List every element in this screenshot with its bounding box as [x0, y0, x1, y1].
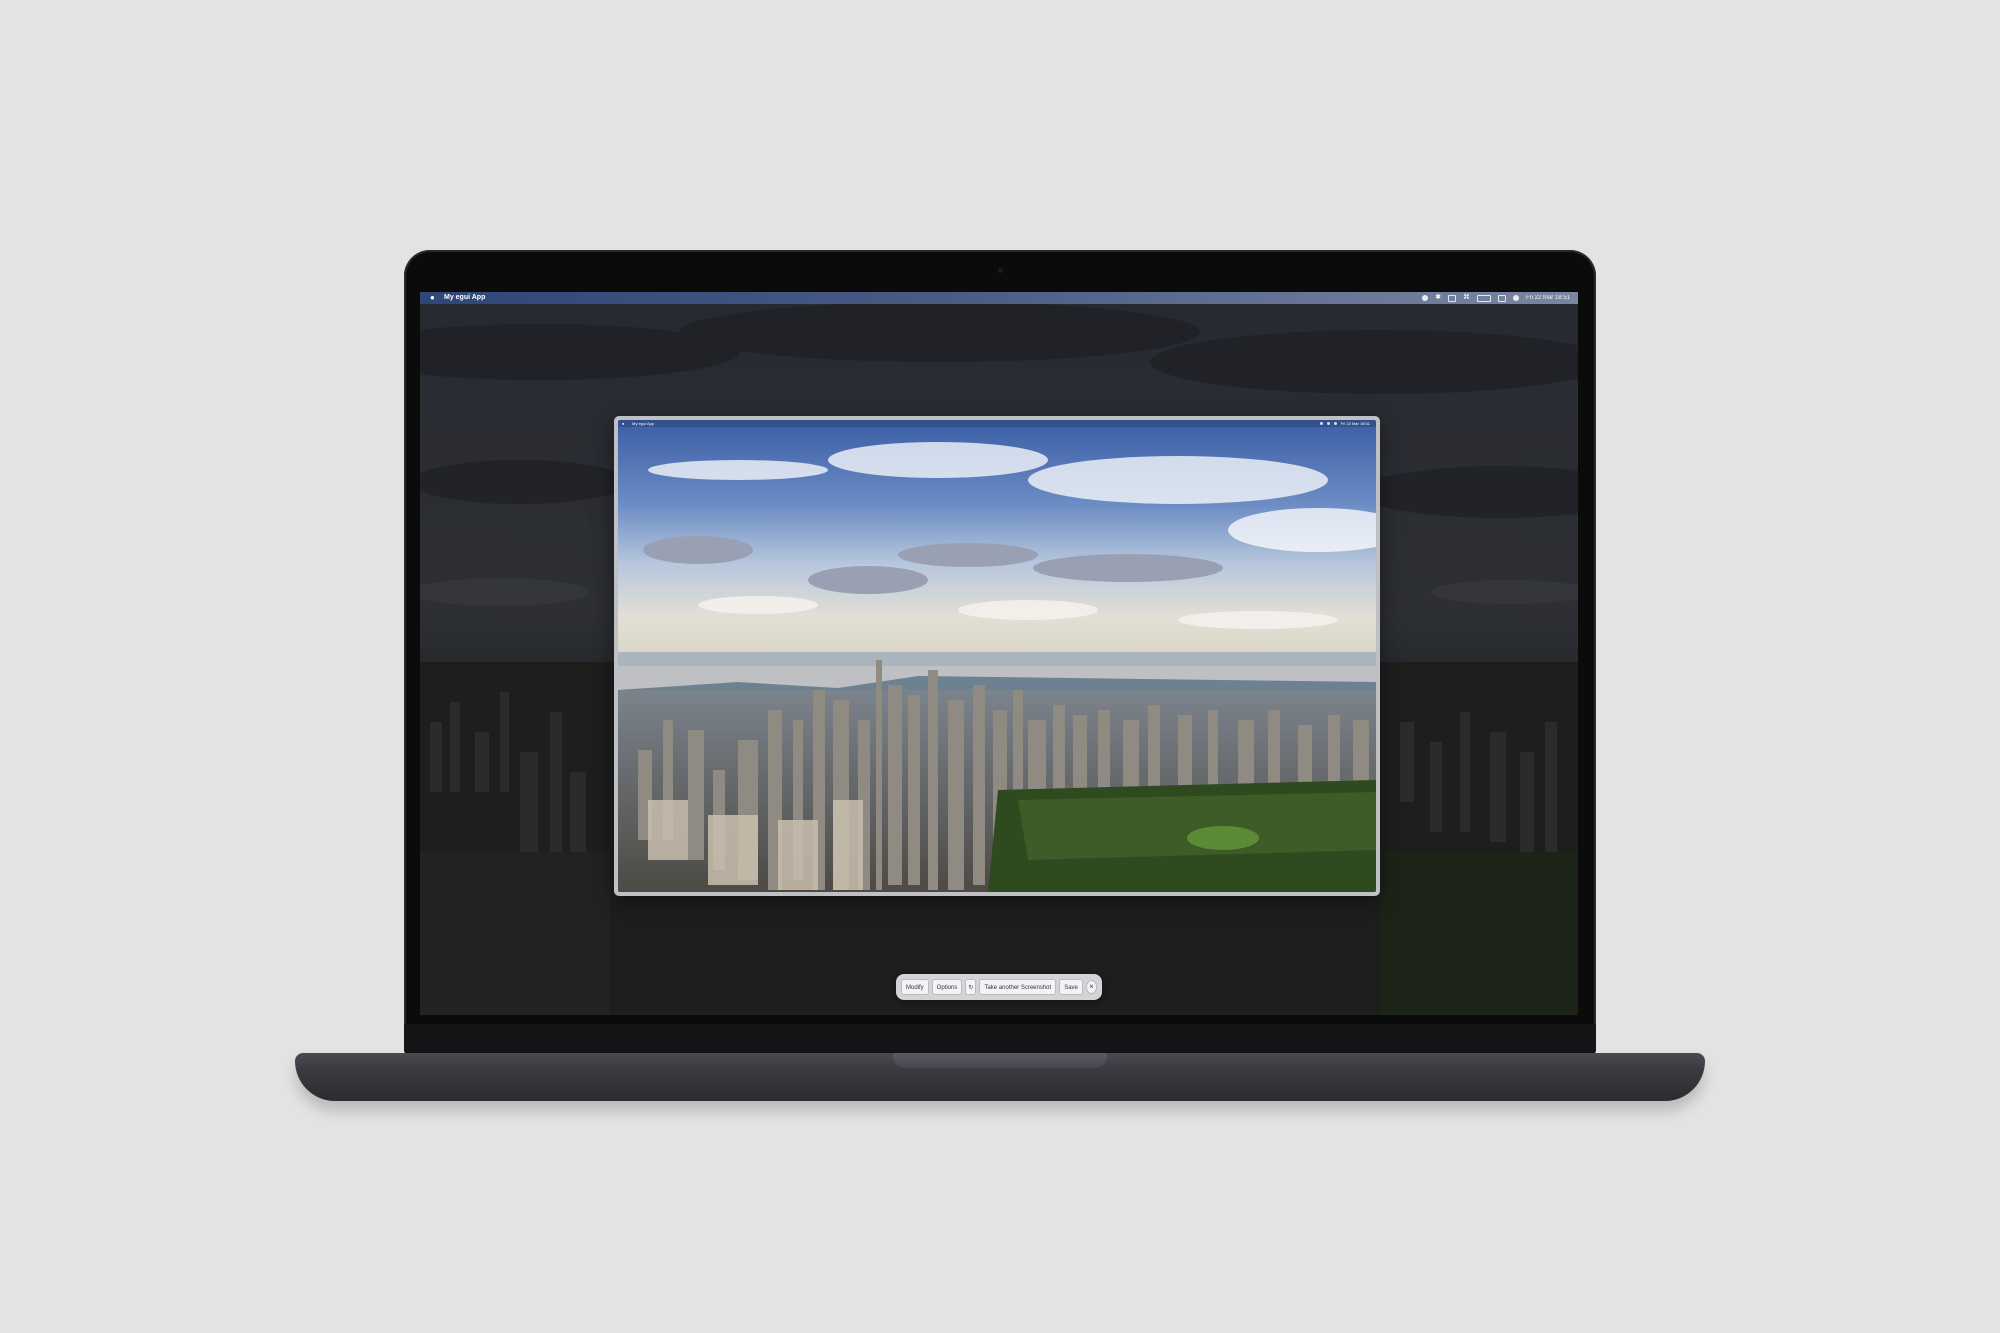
screenshot-image: ● My egui App Fri 22 Mar 18:51 — [618, 420, 1376, 892]
preview-menu-bar: ● My egui App Fri 22 Mar 18:51 — [618, 420, 1376, 427]
laptop-hinge-notch — [893, 1053, 1107, 1068]
volume-icon[interactable] — [1447, 294, 1456, 302]
menu-app-name[interactable]: My egui App — [444, 292, 485, 304]
preview-apple-icon: ● — [622, 421, 625, 426]
preview-status-icon — [1319, 422, 1323, 425]
options-button[interactable]: Options — [931, 979, 963, 995]
refresh-icon[interactable]: ↻ — [965, 979, 977, 995]
save-button[interactable]: Save — [1059, 979, 1083, 995]
apple-logo-icon[interactable]: ● — [430, 292, 435, 304]
siri-icon[interactable] — [1512, 295, 1519, 301]
wifi-icon[interactable]: ⌘ — [1463, 292, 1470, 304]
control-center-icon[interactable] — [1497, 294, 1506, 302]
laptop-base — [295, 1053, 1705, 1101]
city-photo — [618, 420, 1376, 892]
close-icon[interactable]: × — [1085, 980, 1097, 994]
desktop-screen: ● My egui App ✱ ⌘ Fri 22 Mar 18:51 ● My … — [420, 292, 1578, 1015]
bluetooth-icon[interactable]: ✱ — [1435, 292, 1441, 304]
menu-status-area: ✱ ⌘ Fri 22 Mar 18:51 — [1422, 292, 1570, 304]
menu-bar: ● My egui App ✱ ⌘ Fri 22 Mar 18:51 — [420, 292, 1578, 304]
preview-status-area: Fri 22 Mar 18:51 — [1319, 420, 1370, 427]
preview-app-name: My egui App — [632, 421, 655, 426]
sync-icon[interactable] — [1422, 295, 1429, 301]
preview-status-icon — [1326, 422, 1330, 425]
screenshot-toolbar: Modify Options ↻ Take another Screenshot… — [896, 974, 1102, 1000]
camera-icon — [998, 268, 1003, 273]
screenshot-preview-window[interactable]: ● My egui App Fri 22 Mar 18:51 — [614, 416, 1380, 896]
take-another-screenshot-button[interactable]: Take another Screenshot — [979, 979, 1057, 995]
menu-datetime[interactable]: Fri 22 Mar 18:51 — [1526, 292, 1570, 304]
laptop-chin — [404, 1024, 1596, 1054]
preview-status-icon — [1333, 422, 1337, 425]
modify-button[interactable]: Modify — [901, 979, 929, 995]
preview-datetime: Fri 22 Mar 18:51 — [1340, 421, 1370, 426]
battery-icon[interactable] — [1476, 294, 1491, 302]
